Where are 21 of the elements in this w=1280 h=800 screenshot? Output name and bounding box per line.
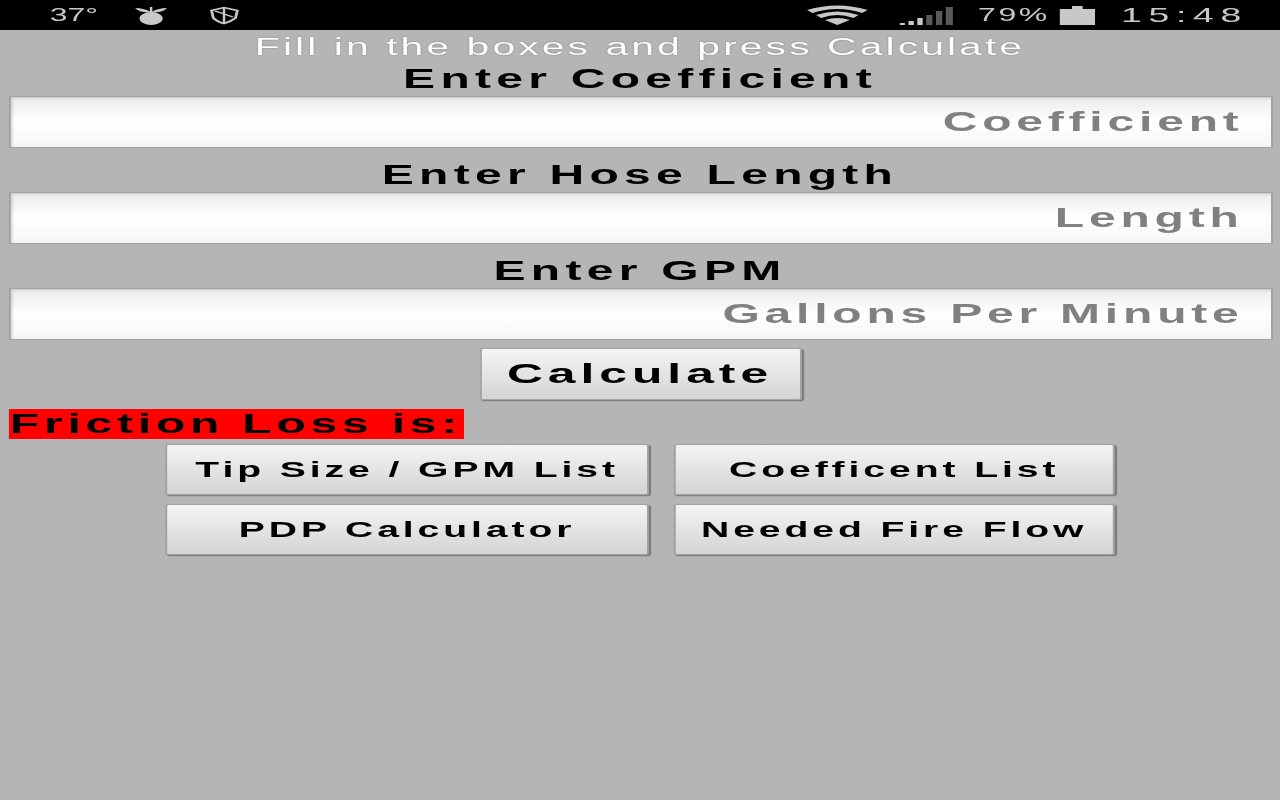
fruit-icon <box>133 5 170 25</box>
menu-button[interactable]: Needed Fire Flow <box>673 504 1115 555</box>
field-label: Enter Coefficient <box>403 64 877 94</box>
menu-button[interactable]: Tip Size / GPM List <box>165 444 649 495</box>
friction-loss-label: Friction Loss is: <box>8 409 464 439</box>
calculate-button[interactable]: Calculate <box>479 348 801 400</box>
field-label: Enter GPM <box>493 256 787 286</box>
temperature-text: 37° <box>49 5 99 25</box>
battery-percent-text: 79% <box>978 5 1050 25</box>
wifi-icon <box>805 5 870 25</box>
clock-text: 15:48 <box>1120 4 1248 26</box>
menu-button[interactable]: PDP Calculator <box>165 504 649 555</box>
instructions-text: Fill in the boxes and press Calculate <box>254 34 1026 60</box>
input-field[interactable]: Gallons Per Minute <box>8 288 1272 340</box>
field-label: Enter Hose Length <box>381 160 899 190</box>
menu-button[interactable]: Coefficent List <box>673 444 1115 495</box>
battery-icon <box>1058 5 1095 25</box>
signal-icon <box>899 5 955 25</box>
input-field[interactable]: Coefficient <box>8 96 1272 148</box>
input-field[interactable]: Length <box>8 192 1272 244</box>
shield-icon <box>208 5 241 25</box>
